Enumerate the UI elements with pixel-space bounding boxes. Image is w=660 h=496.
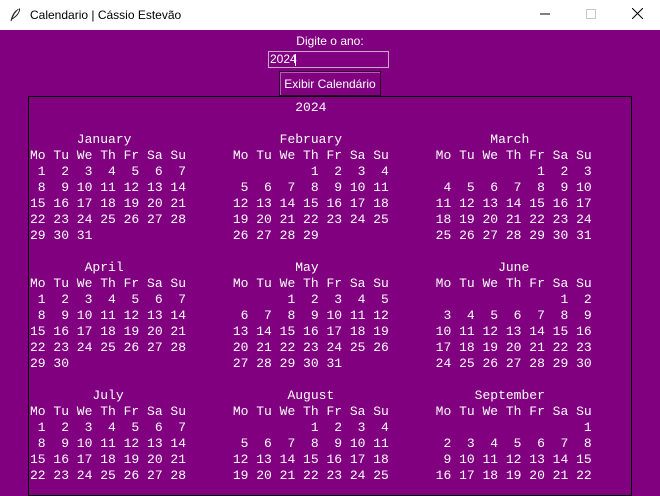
maximize-icon xyxy=(586,6,596,24)
calendar-display[interactable]: 2024 January February March Mo Tu We Th … xyxy=(28,96,632,496)
maximize-button xyxy=(568,0,614,30)
show-calendar-button[interactable]: Exibir Calendário xyxy=(279,71,381,96)
year-input[interactable]: 2024 xyxy=(268,51,389,68)
year-prompt-label: Digite o ano: xyxy=(296,34,364,48)
window-title: Calendario | Cássio Estevão xyxy=(30,8,182,22)
close-button[interactable] xyxy=(614,0,660,30)
close-icon xyxy=(631,6,643,24)
feather-icon xyxy=(7,7,23,23)
minimize-icon xyxy=(540,6,550,24)
minimize-button[interactable] xyxy=(522,0,568,30)
calendar-text: 2024 January February March Mo Tu We Th … xyxy=(30,100,592,483)
title-bar: Calendario | Cássio Estevão xyxy=(0,0,660,30)
text-caret xyxy=(295,54,296,66)
